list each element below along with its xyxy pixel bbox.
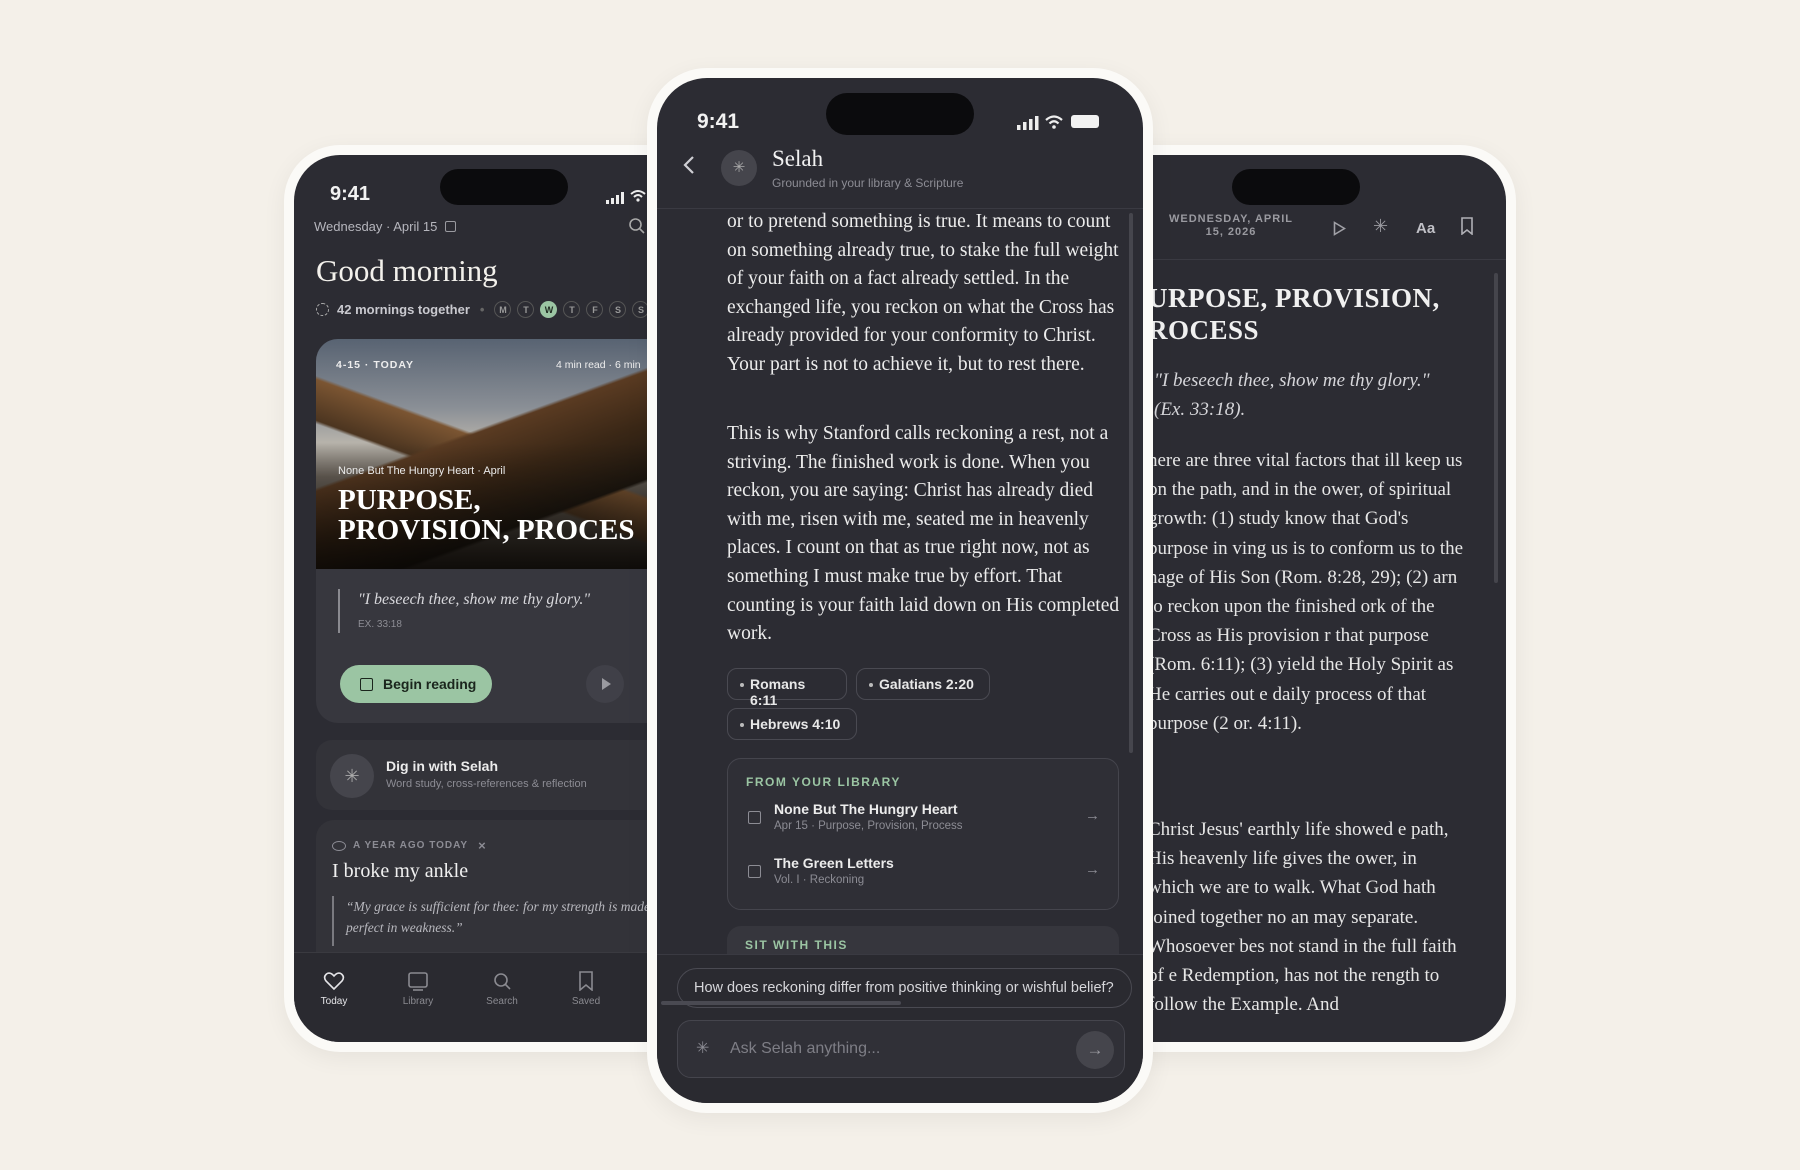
sparkle-icon: ✳ — [696, 1040, 710, 1057]
tab-library[interactable]: Library — [388, 971, 448, 1007]
play-button[interactable] — [586, 665, 624, 703]
dismiss-icon[interactable]: × — [478, 838, 487, 853]
sparkle-icon[interactable]: ✳ — [1373, 216, 1388, 237]
chat-subtitle: Grounded in your library & Scripture — [772, 176, 964, 190]
chat-title: Selah — [772, 146, 824, 171]
reader-quote: "I beseech thee, show me thy glory." (Ex.… — [1154, 370, 1430, 420]
library-item-title: The Green Letters — [774, 855, 894, 871]
library-item-title: None But The Hungry Heart — [774, 801, 958, 817]
scrollbar[interactable] — [1494, 273, 1498, 583]
selah-chat-screen: 9:41 ✳ Selah Grounded in your library & … — [657, 78, 1143, 1103]
card-date: 4-15 · TODAY — [336, 359, 414, 371]
status-time: 9:41 — [697, 110, 740, 133]
document-icon — [748, 865, 761, 878]
ref-chip-romans[interactable]: Romans 6:11 — [727, 668, 847, 708]
card-source: None But The Hungry Heart · April — [338, 465, 506, 477]
reader-paragraph-1: here are three vital factors that ill ke… — [1148, 450, 1464, 734]
read-time: 4 min read · 6 min — [556, 359, 641, 371]
battery-icon — [1071, 115, 1099, 128]
back-button[interactable] — [681, 154, 697, 181]
date-label: Wednesday · April 15 — [314, 219, 456, 234]
heart-icon — [323, 972, 345, 991]
book-open-icon — [360, 677, 373, 691]
week-day-wed: W — [540, 301, 558, 318]
library-item-sub: Vol. I · Reckoning — [774, 874, 865, 886]
bookmark-icon[interactable] — [1460, 217, 1474, 240]
memory-quote-bar — [332, 896, 334, 946]
dynamic-island — [440, 169, 568, 205]
wifi-icon — [1045, 114, 1063, 134]
week-day-tue: T — [517, 301, 535, 318]
suggestion-scrollbar[interactable] — [661, 1001, 901, 1005]
signal-icon — [606, 191, 626, 209]
week-day-fri: F — [586, 301, 604, 318]
play-icon — [602, 678, 611, 690]
ask-input[interactable]: ✳ Ask Selah anything... → — [677, 1020, 1125, 1078]
arrow-right-icon: → — [1085, 807, 1100, 824]
begin-reading-button[interactable]: Begin reading — [340, 665, 492, 703]
library-heading: FROM YOUR LIBRARY — [746, 775, 901, 789]
ref-chip-hebrews[interactable]: Hebrews 4:10 — [727, 708, 857, 740]
dig-title: Dig in with Selah — [386, 758, 499, 774]
dynamic-island — [1232, 169, 1360, 205]
week-day-mon: M — [494, 301, 512, 318]
memory-quote: “My grace is sufficient for thee: for my… — [346, 899, 650, 935]
library-item[interactable]: None But The Hungry Heart Apr 15 · Purpo… — [746, 801, 1106, 841]
card-ref: EX. 33:18 — [358, 619, 402, 630]
memory-label: A YEAR AGO TODAY × — [332, 838, 487, 853]
library-item-sub: Apr 15 · Purpose, Provision, Process — [774, 820, 963, 832]
card-quote: "I beseech thee, show me thy glory." — [358, 591, 591, 608]
selah-avatar: ✳ — [721, 150, 757, 186]
card-title: PURPOSE, PROVISION, PROCES — [338, 484, 635, 546]
greeting: Good morning — [316, 253, 498, 288]
send-button[interactable]: → — [1076, 1031, 1114, 1069]
tab-today[interactable]: Today — [304, 971, 364, 1007]
sit-with-this-card[interactable]: SIT WITH THIS — [727, 926, 1119, 956]
signal-icon — [1017, 116, 1039, 135]
week-day-thu: T — [563, 301, 581, 318]
sun-icon — [316, 303, 329, 316]
dynamic-island — [826, 93, 974, 135]
dig-sub: Word study, cross-references & reflectio… — [386, 778, 587, 790]
tab-search[interactable]: Search — [472, 971, 532, 1007]
ref-chip-galatians[interactable]: Galatians 2:20 — [856, 668, 990, 700]
week-day-sat: S — [609, 301, 627, 318]
streak-label: 42 mornings together — [337, 302, 470, 317]
scrollbar[interactable] — [1129, 213, 1133, 753]
book-icon — [408, 972, 428, 991]
sparkle-icon: ✳ — [330, 754, 374, 798]
bookmark-icon — [579, 971, 593, 991]
arrow-right-icon: → — [1086, 1040, 1104, 1059]
streak-row: 42 mornings together • M T W T F S S — [316, 301, 655, 318]
sit-heading: SIT WITH THIS — [745, 938, 848, 952]
reader-date: WEDNESDAY, APRIL 15, 2026 — [1169, 213, 1293, 238]
reader-paragraph-2: Christ Jesus' earthly life showed e path… — [1148, 819, 1457, 1016]
calendar-icon[interactable] — [444, 221, 456, 232]
arrow-right-icon: → — [1085, 861, 1100, 878]
search-icon — [494, 973, 511, 990]
tab-saved[interactable]: Saved — [556, 971, 616, 1007]
font-size-button[interactable]: Aa — [1416, 220, 1435, 237]
reader-title: URPOSE, PROVISION, ROCESS — [1148, 283, 1440, 345]
memory-title: I broke my ankle — [332, 860, 469, 882]
ask-placeholder: Ask Selah anything... — [730, 1040, 881, 1057]
library-item[interactable]: The Green Letters Vol. I · Reckoning → — [746, 855, 1106, 895]
play-icon[interactable] — [1333, 221, 1346, 236]
answer-paragraph-1: or to pretend something is true. It mean… — [727, 211, 1119, 375]
answer-paragraph-2: This is why Stanford calls reckoning a r… — [727, 423, 1120, 645]
search-icon[interactable] — [628, 217, 646, 240]
status-time: 9:41 — [330, 183, 371, 205]
library-panel: FROM YOUR LIBRARY None But The Hungry He… — [727, 758, 1119, 910]
quote-bar — [338, 589, 340, 633]
document-icon — [748, 811, 761, 824]
memory-icon — [332, 840, 346, 851]
wifi-icon — [630, 189, 646, 207]
